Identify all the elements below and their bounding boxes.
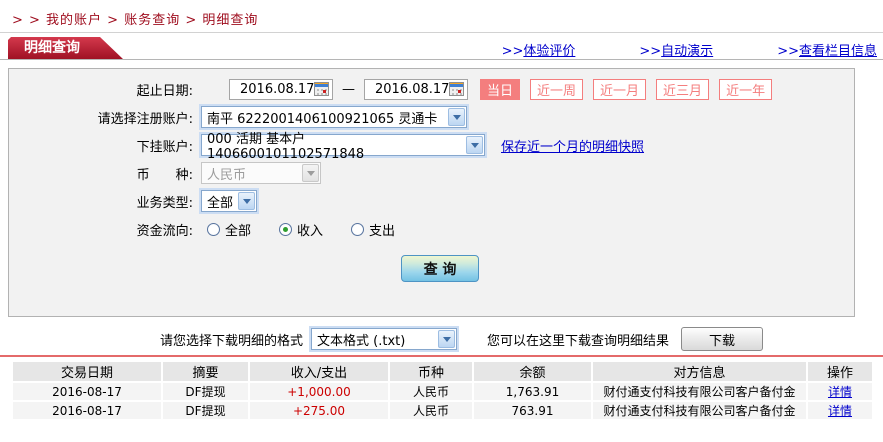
link-prefix: >> <box>501 44 524 59</box>
radio-icon[interactable] <box>207 222 220 236</box>
cell-date: 2016-08-17 <box>13 383 161 400</box>
end-date-input[interactable]: 2016.08.17 <box>364 78 468 100</box>
radio-icon[interactable] <box>351 222 365 236</box>
currency-label: 币 种: <box>136 167 193 183</box>
cell-amount: +275.00 <box>250 402 388 419</box>
radio-label: 全部 <box>225 223 252 239</box>
end-date-value: 2016.08.17 <box>375 81 450 97</box>
tab-detail-query[interactable]: 明细查询 <box>8 37 124 60</box>
cell-summary: DF提现 <box>163 402 248 419</box>
calendar-icon[interactable] <box>449 82 464 96</box>
col-header-summary: 摘要 <box>163 362 248 381</box>
table-row: 2016-08-17 DF提现 +275.00 人民币 763.91 财付通支付… <box>13 402 872 419</box>
download-button[interactable]: 下载 <box>681 327 764 351</box>
cell-currency: 人民币 <box>390 383 472 400</box>
fund-flow-option-income[interactable]: 收入 <box>279 220 323 239</box>
business-type-select[interactable]: 全部 <box>201 190 257 212</box>
cell-balance: 1,763.91 <box>474 383 591 400</box>
chevron-down-icon[interactable] <box>448 108 465 126</box>
date-range-row: 起止日期: 2016.08.17 — 2016.08.17 当日 近一周 近一月… <box>9 78 854 100</box>
fund-flow-option-all[interactable]: 全部 <box>207 220 251 239</box>
chevron-down-icon <box>302 164 319 182</box>
table-header-row: 交易日期 摘要 收入/支出 币种 余额 对方信息 操作 <box>13 362 872 381</box>
tab-divider <box>0 59 883 60</box>
quick-range-quarter-button[interactable]: 近三月 <box>656 78 710 100</box>
col-header-date: 交易日期 <box>13 362 161 381</box>
query-button[interactable]: 查 询 <box>401 255 479 282</box>
quick-range-year-button[interactable]: 近一年 <box>719 78 773 100</box>
col-header-counterparty: 对方信息 <box>593 362 806 381</box>
chevron-down-icon[interactable] <box>238 192 255 210</box>
col-header-action: 操作 <box>808 362 872 381</box>
link-auto-demo[interactable]: >>自动演示 <box>639 40 713 59</box>
col-header-currency: 币种 <box>390 362 472 381</box>
business-type-row: 业务类型: 全部 <box>9 190 854 212</box>
radio-label: 支出 <box>369 223 396 239</box>
cell-balance: 763.91 <box>474 402 591 419</box>
cell-action: 详情 <box>808 402 872 419</box>
cell-date: 2016-08-17 <box>13 402 161 419</box>
fund-flow-row: 资金流向: 全部 收入 支出 <box>9 218 854 240</box>
radio-label: 收入 <box>297 223 324 239</box>
breadcrumb-divider <box>0 32 883 33</box>
download-hint: 您可以在这里下载查询明细结果 <box>487 333 670 349</box>
col-header-amount: 收入/支出 <box>250 362 388 381</box>
fund-flow-label: 资金流向: <box>136 223 193 239</box>
fund-flow-radio-group: 全部 收入 支出 <box>207 220 423 239</box>
register-account-row: 请选择注册账户: 南平 6222001406100921065 灵通卡 <box>9 106 854 128</box>
col-header-balance: 余额 <box>474 362 591 381</box>
start-date-value: 2016.08.17 <box>240 81 315 97</box>
download-row: 请您选择下载明细的格式 文本格式 (.txt) 您可以在这里下载查询明细结果 下… <box>160 327 764 351</box>
link-label: 体验评价 <box>523 44 576 59</box>
chevron-down-icon[interactable] <box>438 330 456 348</box>
quick-range-month-button[interactable]: 近一月 <box>593 78 647 100</box>
start-date-input[interactable]: 2016.08.17 <box>229 78 333 100</box>
header-links: >>体验评价 >>自动演示 >>查看栏目信息 <box>438 40 877 59</box>
register-account-select[interactable]: 南平 6222001406100921065 灵通卡 <box>201 106 467 128</box>
radio-icon[interactable] <box>279 222 293 236</box>
cell-action: 详情 <box>808 383 872 400</box>
cell-currency: 人民币 <box>390 402 472 419</box>
link-label: 查看栏目信息 <box>798 44 877 59</box>
download-format-label: 请您选择下载明细的格式 <box>160 333 304 349</box>
cell-counterparty: 财付通支付科技有限公司客户备付金 <box>593 402 806 419</box>
download-format-select[interactable]: 文本格式 (.txt) <box>311 328 458 350</box>
breadcrumb: > > 我的账户 > 账务查询 > 明细查询 <box>12 13 259 28</box>
cell-counterparty: 财付通支付科技有限公司客户备付金 <box>593 383 806 400</box>
link-view-column-info[interactable]: >>查看栏目信息 <box>777 40 877 59</box>
table-row: 2016-08-17 DF提现 +1,000.00 人民币 1,763.91 财… <box>13 383 872 400</box>
link-prefix: >> <box>777 44 799 59</box>
cell-summary: DF提现 <box>163 383 248 400</box>
calendar-icon[interactable] <box>314 82 329 96</box>
link-experience-review[interactable]: >>体验评价 <box>502 40 576 59</box>
date-separator: — <box>342 81 355 97</box>
quick-range-today-button[interactable]: 当日 <box>480 78 521 100</box>
sub-account-label: 下挂账户: <box>136 139 193 155</box>
detail-link[interactable]: 详情 <box>828 404 852 418</box>
register-account-label: 请选择注册账户: <box>97 111 193 127</box>
chevron-down-icon[interactable] <box>466 136 483 154</box>
business-type-label: 业务类型: <box>136 195 193 211</box>
link-prefix: >> <box>639 44 662 59</box>
save-snapshot-link[interactable]: 保存近一个月的明细快照 <box>501 136 644 155</box>
currency-select: 人民币 <box>201 162 321 184</box>
fund-flow-option-expense[interactable]: 支出 <box>351 220 395 239</box>
currency-row: 币 种: 人民币 <box>9 162 854 184</box>
sub-account-value: 000 活期 基本户 1406600101102571848 <box>207 132 365 162</box>
link-label: 自动演示 <box>661 44 714 59</box>
query-form-panel: 起止日期: 2016.08.17 — 2016.08.17 当日 近一周 近一月… <box>8 68 855 317</box>
quick-range-week-button[interactable]: 近一周 <box>530 78 584 100</box>
currency-value: 人民币 <box>207 167 247 183</box>
register-account-value: 南平 6222001406100921065 灵通卡 <box>207 111 438 127</box>
table-top-divider <box>0 355 883 357</box>
download-format-value: 文本格式 (.txt) <box>317 333 406 349</box>
sub-account-select[interactable]: 000 活期 基本户 1406600101102571848 <box>201 132 485 162</box>
transaction-table: 交易日期 摘要 收入/支出 币种 余额 对方信息 操作 2016-08-17 D… <box>11 360 874 421</box>
business-type-value: 全部 <box>207 195 234 211</box>
date-range-label: 起止日期: <box>136 83 193 99</box>
cell-amount: +1,000.00 <box>250 383 388 400</box>
detail-link[interactable]: 详情 <box>828 385 852 399</box>
sub-account-row: 下挂账户: 000 活期 基本户 1406600101102571848 保存近… <box>9 132 854 162</box>
